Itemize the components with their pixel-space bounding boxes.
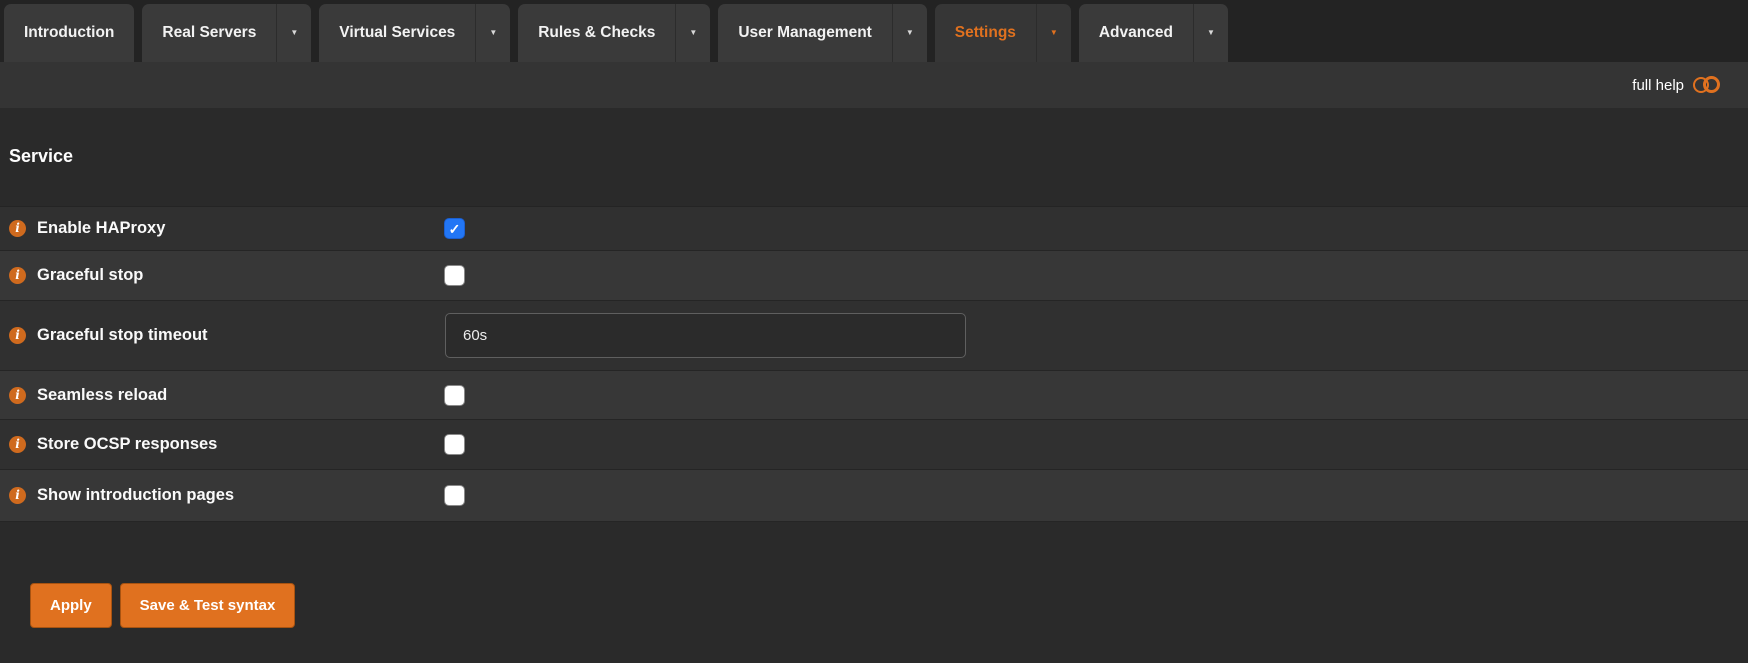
field-label: Graceful stop bbox=[37, 266, 144, 284]
tab-label[interactable]: Introduction bbox=[4, 4, 134, 62]
tab-dropdown-toggle[interactable]: ▼ bbox=[1192, 4, 1228, 62]
toggle-icon[interactable] bbox=[1693, 75, 1724, 95]
seamless-reload-checkbox[interactable] bbox=[445, 385, 464, 405]
tab-dropdown-toggle[interactable]: ▼ bbox=[675, 4, 710, 62]
field-label: Enable HAProxy bbox=[37, 219, 166, 237]
info-icon[interactable]: i bbox=[9, 487, 26, 504]
field-label: Store OCSP responses bbox=[37, 435, 218, 453]
tab-dropdown-toggle[interactable]: ▼ bbox=[1035, 4, 1071, 62]
form-row-graceful-stop: i Graceful stop bbox=[0, 251, 1748, 301]
tab-label[interactable]: Settings bbox=[935, 4, 1036, 62]
full-help-label: full help bbox=[1632, 76, 1684, 94]
field-control-cell bbox=[445, 266, 1748, 285]
field-control-cell bbox=[445, 486, 1748, 505]
field-label-cell: i Store OCSP responses bbox=[0, 435, 445, 454]
form-row-seamless-reload: i Seamless reload bbox=[0, 371, 1748, 420]
graceful-stop-timeout-input[interactable] bbox=[445, 313, 966, 358]
tab-label[interactable]: User Management bbox=[718, 4, 892, 62]
field-label: Seamless reload bbox=[37, 385, 168, 404]
field-label-cell: i Graceful stop bbox=[0, 266, 445, 285]
field-control-cell bbox=[445, 313, 1748, 358]
tab-advanced[interactable]: Advanced ▼ bbox=[1078, 4, 1228, 62]
info-icon[interactable]: i bbox=[9, 386, 26, 404]
chevron-down-icon: ▼ bbox=[290, 28, 299, 37]
tab-user-management[interactable]: User Management ▼ bbox=[718, 4, 927, 62]
form-row-graceful-stop-timeout: i Graceful stop timeout bbox=[0, 301, 1748, 371]
tab-rules-checks[interactable]: Rules & Checks ▼ bbox=[518, 4, 711, 62]
save-test-syntax-button[interactable]: Save & Test syntax bbox=[119, 583, 296, 628]
tab-real-servers[interactable]: Real Servers ▼ bbox=[142, 4, 312, 62]
tab-label[interactable]: Real Servers bbox=[142, 4, 276, 62]
chevron-down-icon: ▼ bbox=[489, 28, 498, 37]
field-label-cell: i Graceful stop timeout bbox=[0, 326, 445, 345]
tab-dropdown-toggle[interactable]: ▼ bbox=[891, 4, 927, 62]
form-row-store-ocsp-responses: i Store OCSP responses bbox=[0, 420, 1748, 470]
action-button-row: Apply Save & Test syntax bbox=[30, 583, 1748, 628]
chevron-down-icon: ▼ bbox=[1049, 28, 1058, 37]
settings-page: Service i Enable HAProxy ✓ i Graceful stop i G… bbox=[0, 108, 1748, 663]
tab-label[interactable]: Advanced bbox=[1079, 4, 1193, 62]
service-form-table: i Enable HAProxy ✓ i Graceful stop i Graceful … bbox=[0, 206, 1748, 522]
field-control-cell bbox=[445, 385, 1748, 405]
store-ocsp-responses-checkbox[interactable] bbox=[445, 435, 464, 454]
tab-virtual-services[interactable]: Virtual Services ▼ bbox=[319, 4, 511, 62]
tab-label[interactable]: Rules & Checks bbox=[518, 4, 675, 62]
graceful-stop-checkbox[interactable] bbox=[445, 266, 464, 285]
chevron-down-icon: ▼ bbox=[1206, 28, 1215, 37]
field-label-cell: i Seamless reload bbox=[0, 386, 445, 405]
tab-dropdown-toggle[interactable]: ▼ bbox=[276, 4, 311, 62]
info-icon[interactable]: i bbox=[9, 436, 26, 453]
enable-haproxy-checkbox[interactable]: ✓ bbox=[445, 219, 464, 238]
tab-label[interactable]: Virtual Services bbox=[319, 4, 475, 62]
info-icon[interactable]: i bbox=[9, 327, 26, 344]
form-row-show-introduction-pages: i Show introduction pages bbox=[0, 470, 1748, 522]
field-label-cell: i Enable HAProxy bbox=[0, 219, 445, 238]
field-control-cell: ✓ bbox=[445, 219, 1748, 238]
tab-settings[interactable]: Settings ▼ bbox=[934, 4, 1071, 62]
check-icon: ✓ bbox=[448, 220, 461, 237]
form-row-enable-haproxy: i Enable HAProxy ✓ bbox=[0, 206, 1748, 251]
apply-button[interactable]: Apply bbox=[30, 583, 112, 628]
chevron-down-icon: ▼ bbox=[689, 28, 698, 37]
section-title: Service bbox=[9, 146, 74, 166]
field-label-cell: i Show introduction pages bbox=[0, 486, 445, 505]
field-label: Graceful stop timeout bbox=[37, 326, 208, 344]
toggle-circle-right bbox=[1703, 75, 1720, 93]
field-label: Show introduction pages bbox=[37, 486, 235, 504]
tab-dropdown-toggle[interactable]: ▼ bbox=[475, 4, 510, 62]
info-icon[interactable]: i bbox=[9, 220, 26, 237]
info-icon[interactable]: i bbox=[9, 267, 26, 284]
main-tab-bar: Introduction Real Servers ▼ Virtual Service… bbox=[0, 0, 1748, 62]
chevron-down-icon: ▼ bbox=[905, 28, 914, 37]
help-bar: full help bbox=[0, 62, 1748, 108]
field-control-cell bbox=[445, 435, 1748, 454]
tab-introduction[interactable]: Introduction bbox=[4, 4, 135, 62]
show-introduction-pages-checkbox[interactable] bbox=[445, 486, 464, 505]
